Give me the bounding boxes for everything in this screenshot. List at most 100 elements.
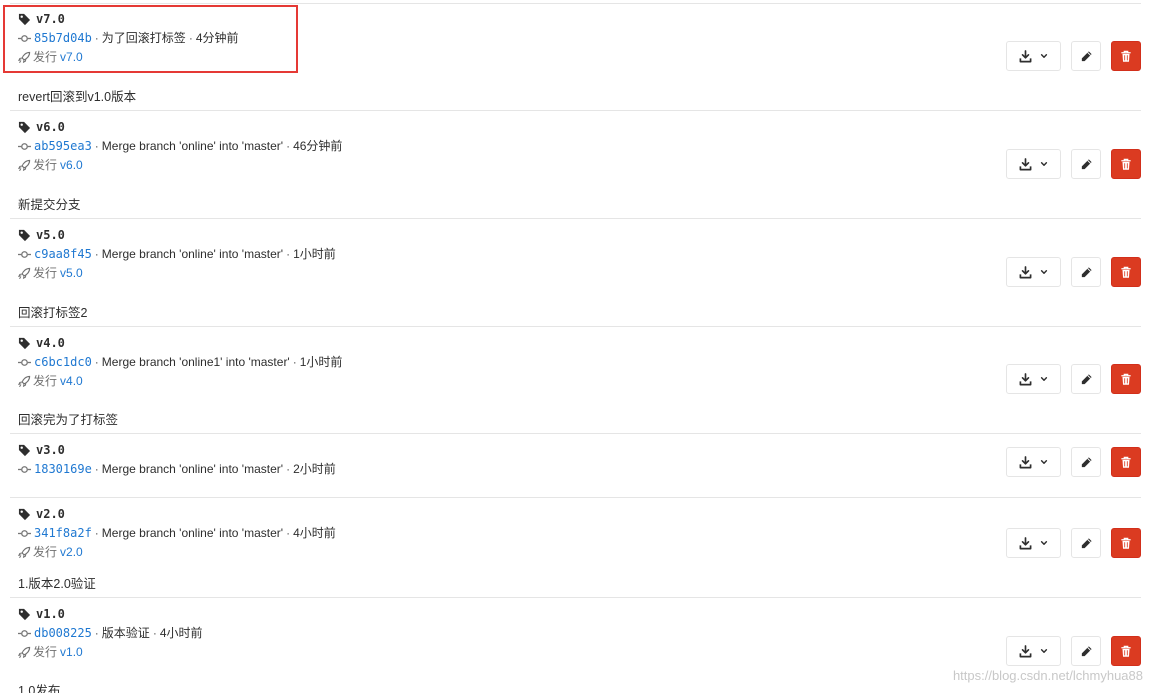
release-info: 发行 v2.0: [18, 543, 336, 562]
release-notes: 1.0发布: [18, 684, 61, 693]
release-link[interactable]: v2.0: [60, 543, 83, 562]
release-link[interactable]: v1.0: [60, 643, 83, 662]
tag-row: v3.0 1830169e · Merge branch 'online' into …: [10, 434, 1141, 498]
separator-dot: ·: [286, 462, 291, 476]
tag-actions: [1006, 636, 1141, 666]
commit-icon: [18, 248, 31, 261]
commit-info: c6bc1dc0 · Merge branch 'online1' into 'ma…: [18, 353, 342, 372]
separator-dot: ·: [286, 526, 291, 540]
tag-actions: [1006, 364, 1141, 394]
tag-list: v7.0 85b7d04b · 为了回滚打标签 · 4分钟前 发行 v7.0 revert回滚到…: [0, 0, 1153, 693]
commit-time: 4小时前: [159, 626, 203, 640]
release-link[interactable]: v7.0: [60, 48, 83, 67]
release-info: 发行 v6.0: [18, 156, 342, 175]
tag-name-link[interactable]: v2.0: [36, 505, 65, 524]
commit-info: ab595ea3 · Merge branch 'online' into 'mas…: [18, 137, 342, 156]
download-icon: [1019, 536, 1032, 550]
edit-button[interactable]: [1071, 149, 1101, 179]
download-icon: [1019, 265, 1032, 279]
rocket-icon: [18, 51, 31, 64]
edit-button[interactable]: [1071, 528, 1101, 558]
download-button[interactable]: [1006, 41, 1061, 71]
release-label: 发行: [33, 50, 58, 64]
rocket-icon: [18, 646, 31, 659]
trash-icon: [1120, 266, 1132, 279]
delete-button[interactable]: [1111, 636, 1141, 666]
delete-button[interactable]: [1111, 528, 1141, 558]
commit-icon: [18, 463, 31, 476]
tag-actions: [1006, 41, 1141, 71]
commit-sha-link[interactable]: c6bc1dc0: [34, 353, 92, 372]
chevron-down-icon: [1040, 52, 1048, 60]
tag-name-link[interactable]: v1.0: [36, 605, 65, 624]
commit-info: db008225 · 版本验证 · 4小时前: [18, 624, 203, 643]
tag-name-link[interactable]: v3.0: [36, 441, 65, 460]
release-notes: 回滚完为了打标签: [18, 413, 119, 427]
trash-icon: [1120, 645, 1132, 658]
commit-sha-link[interactable]: 341f8a2f: [34, 524, 92, 543]
pencil-icon: [1080, 266, 1093, 279]
release-link[interactable]: v6.0: [60, 156, 83, 175]
commit-icon: [18, 356, 31, 369]
commit-time: 1小时前: [293, 247, 336, 261]
delete-button[interactable]: [1111, 447, 1141, 477]
commit-sha-link[interactable]: 1830169e: [34, 460, 92, 479]
download-button[interactable]: [1006, 447, 1061, 477]
commit-sha-link[interactable]: ab595ea3: [34, 137, 92, 156]
commit-time: 1小时前: [299, 355, 343, 369]
tag-info: v1.0 db008225 · 版本验证 · 4小时前 发行 v1.0: [18, 605, 203, 662]
download-button[interactable]: [1006, 636, 1061, 666]
tag-info: v6.0 ab595ea3 · Merge branch 'online' into …: [18, 118, 342, 175]
edit-button[interactable]: [1071, 364, 1101, 394]
tag-info: v3.0 1830169e · Merge branch 'online' into …: [18, 441, 336, 479]
tag-icon: [18, 337, 31, 350]
delete-button[interactable]: [1111, 257, 1141, 287]
tag-actions: [1006, 149, 1141, 179]
release-link[interactable]: v5.0: [60, 264, 83, 283]
commit-info: 341f8a2f · Merge branch 'online' into 'mas…: [18, 524, 336, 543]
delete-button[interactable]: [1111, 41, 1141, 71]
download-button[interactable]: [1006, 528, 1061, 558]
download-button[interactable]: [1006, 149, 1061, 179]
commit-sha-link[interactable]: 85b7d04b: [34, 29, 92, 48]
release-label: 发行: [33, 645, 58, 659]
rocket-icon: [18, 375, 31, 388]
separator-dot: ·: [286, 139, 291, 153]
commit-message: Merge branch 'online' into 'master': [101, 462, 284, 476]
edit-button[interactable]: [1071, 257, 1101, 287]
tag-name-link[interactable]: v7.0: [36, 10, 65, 29]
separator-dot: ·: [94, 247, 99, 261]
chevron-down-icon: [1040, 160, 1048, 168]
download-icon: [1019, 644, 1032, 658]
tag-title: v7.0: [18, 10, 239, 29]
chevron-down-icon: [1040, 647, 1048, 655]
delete-button[interactable]: [1111, 149, 1141, 179]
pencil-icon: [1080, 456, 1093, 469]
trash-icon: [1120, 373, 1132, 386]
download-button[interactable]: [1006, 364, 1061, 394]
edit-button[interactable]: [1071, 447, 1101, 477]
separator-dot: ·: [94, 31, 99, 45]
commit-message: Merge branch 'online' into 'master': [101, 247, 284, 261]
separator-dot: ·: [152, 626, 157, 640]
tag-icon: [18, 13, 31, 26]
commit-message: Merge branch 'online' into 'master': [101, 526, 284, 540]
download-button[interactable]: [1006, 257, 1061, 287]
tag-info: v2.0 341f8a2f · Merge branch 'online' into …: [18, 505, 336, 562]
tag-icon: [18, 444, 31, 457]
chevron-down-icon: [1040, 268, 1048, 276]
edit-button[interactable]: [1071, 41, 1101, 71]
tag-title: v2.0: [18, 505, 336, 524]
tag-icon: [18, 508, 31, 521]
release-link[interactable]: v4.0: [60, 372, 83, 391]
tag-name-link[interactable]: v6.0: [36, 118, 65, 137]
tag-name-link[interactable]: v5.0: [36, 226, 65, 245]
edit-button[interactable]: [1071, 636, 1101, 666]
commit-sha-link[interactable]: db008225: [34, 624, 92, 643]
tag-row: v6.0 ab595ea3 · Merge branch 'online' into …: [10, 111, 1141, 219]
separator-dot: ·: [94, 526, 99, 540]
commit-sha-link[interactable]: c9aa8f45: [34, 245, 92, 264]
tag-icon: [18, 121, 31, 134]
tag-name-link[interactable]: v4.0: [36, 334, 65, 353]
delete-button[interactable]: [1111, 364, 1141, 394]
